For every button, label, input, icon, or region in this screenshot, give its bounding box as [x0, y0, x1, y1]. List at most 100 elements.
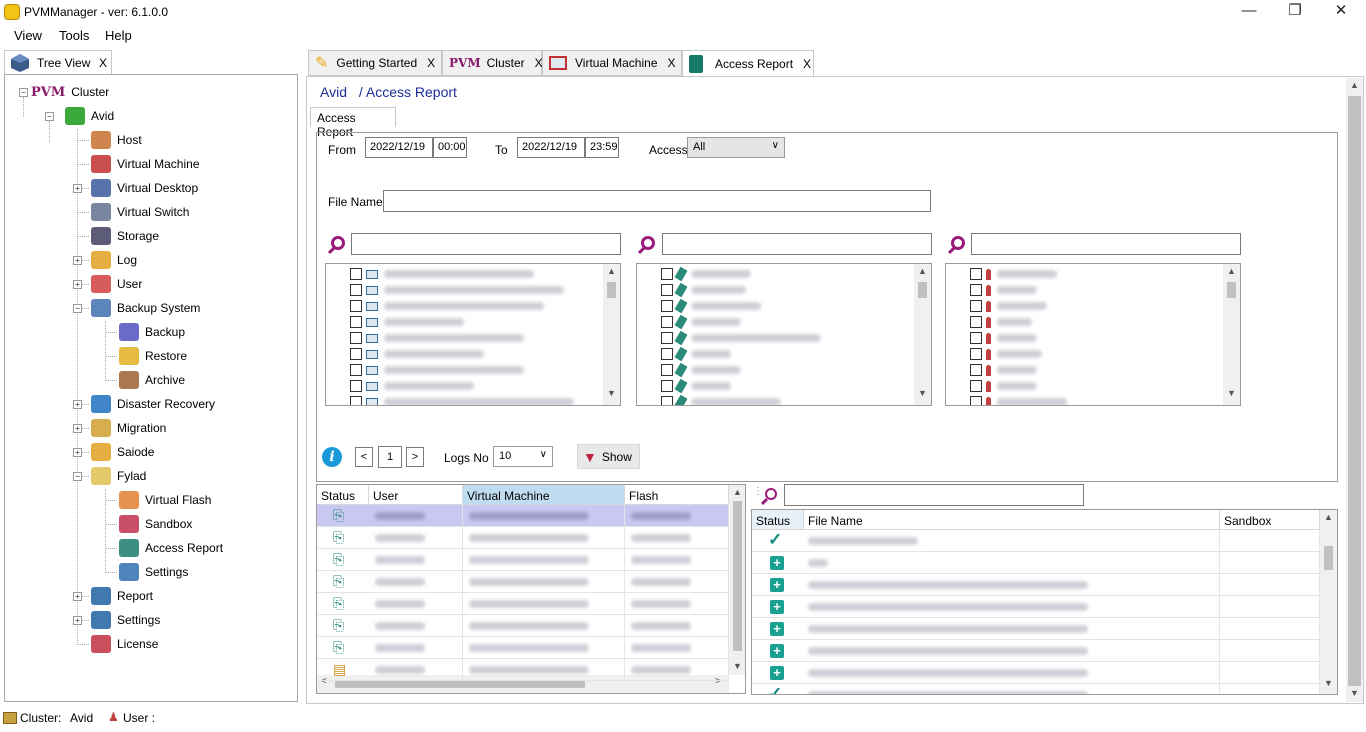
search-icon[interactable]: [641, 236, 655, 250]
tab-close[interactable]: X: [427, 56, 435, 70]
minimize-button[interactable]: —: [1226, 0, 1272, 24]
checklist-item[interactable]: [970, 378, 1037, 394]
checkbox[interactable]: [661, 316, 673, 328]
checklist-item[interactable]: [350, 266, 534, 282]
tree-item[interactable]: Log: [91, 249, 137, 271]
tree-tab-close[interactable]: X: [99, 56, 107, 70]
checkbox[interactable]: [661, 284, 673, 296]
column-header[interactable]: Virtual Machine: [463, 485, 625, 505]
checklist-item[interactable]: [661, 314, 741, 330]
tab-access-report-sub[interactable]: Access Report: [310, 107, 396, 139]
grid-vscroll[interactable]: ▲ ▼: [1320, 510, 1337, 694]
show-button[interactable]: ▼ Show: [577, 444, 640, 469]
table-row[interactable]: ⎘: [317, 615, 729, 637]
table-row[interactable]: ⎘: [317, 571, 729, 593]
checkbox[interactable]: [970, 364, 982, 376]
tree-item[interactable]: Settings: [91, 609, 160, 631]
column-header[interactable]: Status: [317, 485, 369, 505]
search-icon[interactable]: [331, 236, 345, 250]
tree-item[interactable]: Report: [91, 585, 153, 607]
tab-virtual-machine[interactable]: Virtual Machine X: [542, 50, 682, 76]
from-time-field[interactable]: 00:00: [433, 137, 467, 158]
tree-item[interactable]: Virtual Flash: [119, 489, 211, 511]
checkbox[interactable]: [350, 396, 362, 405]
breadcrumb-root[interactable]: Avid: [320, 84, 347, 100]
checklist-item[interactable]: [350, 378, 474, 394]
next-page-button[interactable]: >: [406, 447, 424, 467]
checkbox[interactable]: [350, 364, 362, 376]
tree-item[interactable]: Restore: [119, 345, 187, 367]
table-row[interactable]: ⎘: [317, 527, 729, 549]
logs-no-select[interactable]: 10 ∨: [493, 446, 553, 467]
expand-toggle[interactable]: +: [73, 280, 82, 289]
search-icon[interactable]: [765, 488, 777, 500]
menu-help[interactable]: Help: [105, 28, 132, 43]
checkbox[interactable]: [350, 332, 362, 344]
expand-toggle[interactable]: +: [73, 256, 82, 265]
checkbox[interactable]: [350, 380, 362, 392]
flash-search-input[interactable]: [662, 233, 932, 255]
checklist-item[interactable]: [661, 394, 781, 405]
table-row[interactable]: ⎘: [317, 549, 729, 571]
column-header[interactable]: Flash: [625, 485, 729, 505]
table-row[interactable]: ✓: [752, 684, 1320, 694]
checklist-item[interactable]: [350, 346, 484, 362]
checklist-item[interactable]: [970, 314, 1032, 330]
access-select[interactable]: All ∨: [687, 137, 785, 158]
tree-item[interactable]: Settings: [119, 561, 188, 583]
page-number-field[interactable]: 1: [378, 446, 402, 468]
checkbox[interactable]: [350, 268, 362, 280]
checkbox[interactable]: [661, 364, 673, 376]
expand-toggle[interactable]: +: [73, 592, 82, 601]
tab-close[interactable]: X: [668, 56, 676, 70]
tree-item[interactable]: Archive: [119, 369, 185, 391]
checkbox[interactable]: [661, 300, 673, 312]
tab-getting-started[interactable]: ✎ Getting Started X: [308, 50, 442, 76]
to-date-field[interactable]: 2022/12/19: [517, 137, 585, 158]
tree-item[interactable]: Virtual Switch: [91, 201, 189, 223]
tab-access-report[interactable]: Access Report X: [682, 50, 814, 77]
expand-toggle[interactable]: +: [73, 400, 82, 409]
table-row[interactable]: +: [752, 574, 1320, 596]
checkbox[interactable]: [970, 396, 982, 405]
tree-item[interactable]: Disaster Recovery: [91, 393, 215, 415]
tree-item[interactable]: Host: [91, 129, 142, 151]
prev-page-button[interactable]: <: [355, 447, 373, 467]
checklist-item[interactable]: [970, 362, 1037, 378]
table-row[interactable]: +: [752, 662, 1320, 684]
list-vscroll[interactable]: ▲ ▼: [914, 264, 931, 405]
filename-field[interactable]: [383, 190, 931, 212]
checkbox[interactable]: [661, 396, 673, 405]
search-icon[interactable]: [951, 236, 965, 250]
tree-item[interactable]: Migration: [91, 417, 166, 439]
checkbox[interactable]: [970, 348, 982, 360]
checklist-item[interactable]: [350, 394, 574, 405]
column-header[interactable]: User: [369, 485, 463, 505]
column-header[interactable]: Status: [752, 510, 804, 530]
table-row[interactable]: +: [752, 552, 1320, 574]
checkbox[interactable]: [661, 380, 673, 392]
tree-item[interactable]: Storage: [91, 225, 159, 247]
tree-item[interactable]: Saiode: [91, 441, 154, 463]
tab-tree-view[interactable]: Tree View X: [4, 50, 112, 74]
list-vscroll[interactable]: ▲ ▼: [603, 264, 620, 405]
to-time-field[interactable]: 23:59: [585, 137, 619, 158]
checklist-item[interactable]: [970, 394, 1067, 405]
file-search-input[interactable]: [784, 484, 1084, 506]
checklist-item[interactable]: [661, 346, 731, 362]
checklist-item[interactable]: [970, 346, 1042, 362]
checklist-item[interactable]: [970, 298, 1047, 314]
tab-cluster[interactable]: PVM Cluster X: [442, 50, 543, 76]
expand-toggle[interactable]: +: [73, 424, 82, 433]
checkbox[interactable]: [350, 284, 362, 296]
tree-item[interactable]: Backup: [119, 321, 185, 343]
checklist-item[interactable]: [350, 330, 524, 346]
expand-toggle[interactable]: +: [73, 448, 82, 457]
table-row[interactable]: ⎘: [317, 637, 729, 659]
checklist-item[interactable]: [661, 362, 741, 378]
table-row[interactable]: ⎘: [317, 505, 729, 527]
tree-item[interactable]: Access Report: [119, 537, 223, 559]
user-search-input[interactable]: [971, 233, 1241, 255]
checklist-item[interactable]: [350, 362, 524, 378]
list-vscroll[interactable]: ▲ ▼: [1223, 264, 1240, 405]
